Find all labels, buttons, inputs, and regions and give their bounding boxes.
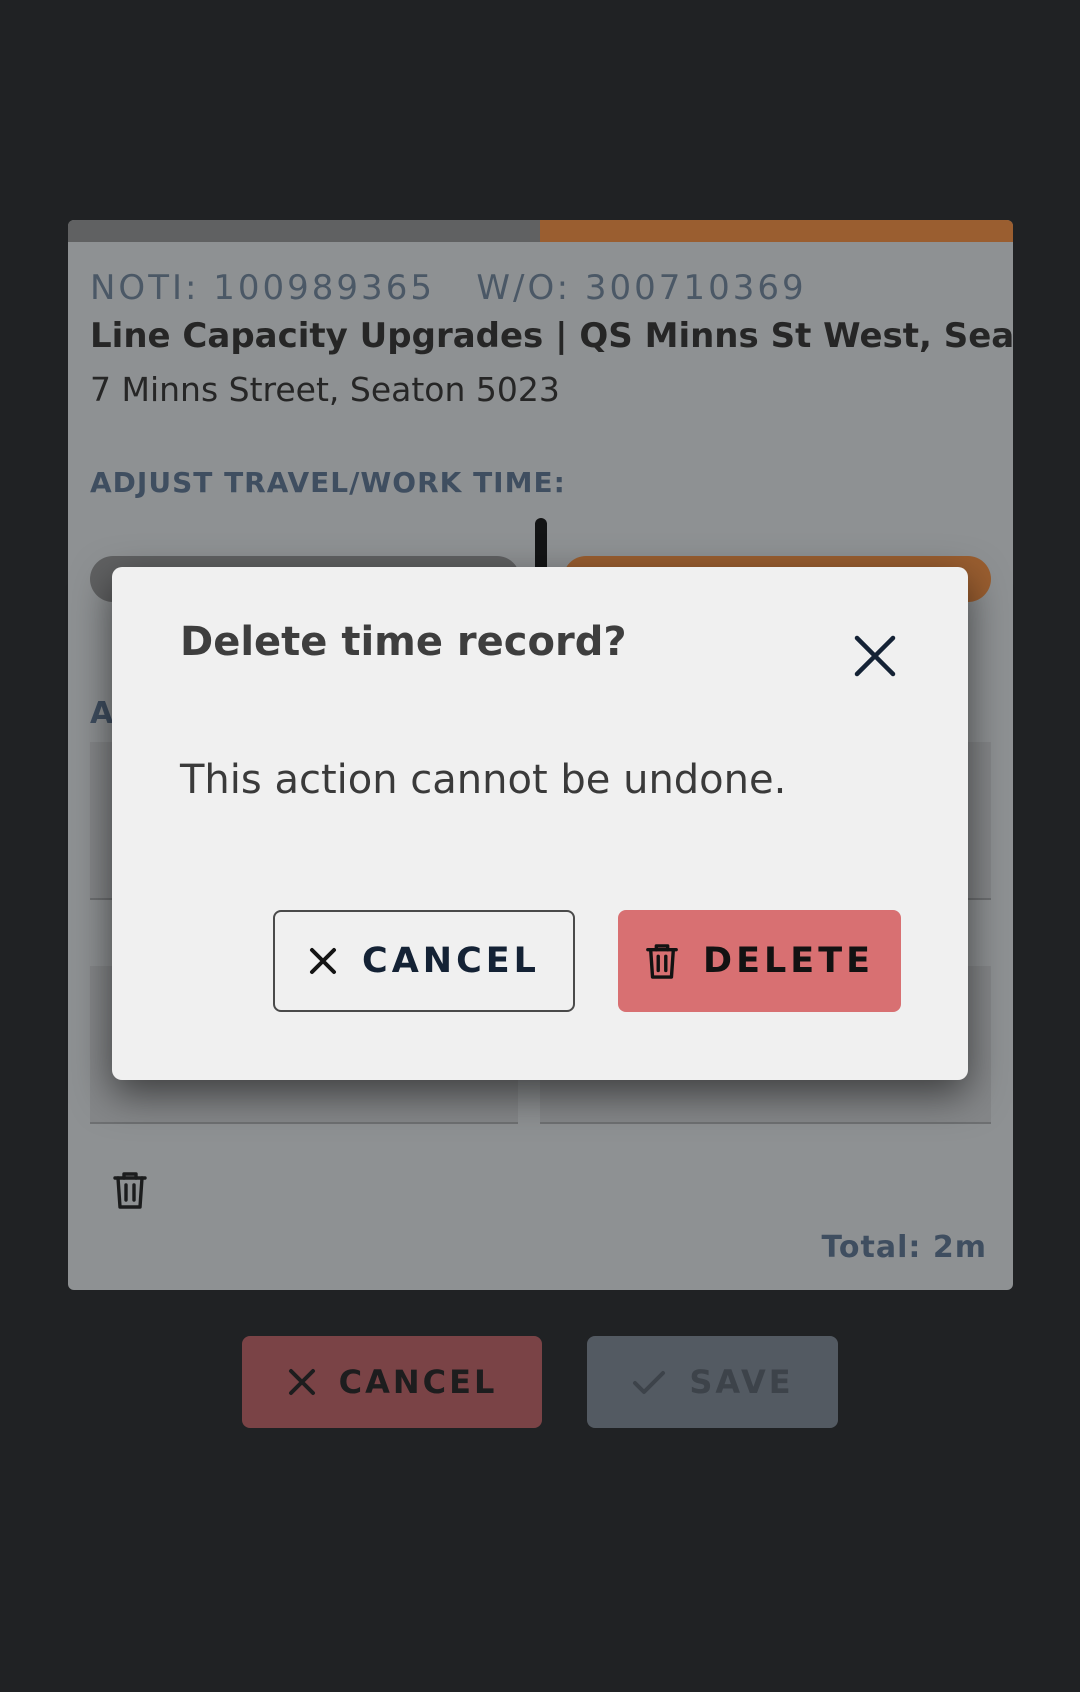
work-segment — [540, 220, 1013, 242]
trash-icon — [645, 941, 679, 981]
noti-value: 100989365 — [213, 268, 435, 308]
section-heading: A — [90, 696, 114, 731]
close-icon[interactable] — [852, 633, 898, 679]
job-title: Line Capacity Upgrades | QS Minns St Wes… — [90, 316, 1013, 356]
wo-label: W/O: — [476, 268, 572, 308]
check-icon — [631, 1367, 667, 1397]
job-identifiers: NOTI: 100989365 W/O: 300710369 — [90, 268, 807, 308]
dialog-title: Delete time record? — [180, 619, 627, 665]
cancel-button[interactable]: CANCEL — [242, 1336, 542, 1428]
time-split-bar — [68, 220, 1013, 242]
noti-label: NOTI: — [90, 268, 200, 308]
save-button[interactable]: SAVE — [587, 1336, 838, 1428]
save-button-label: SAVE — [689, 1363, 794, 1401]
cancel-button-label: CANCEL — [338, 1363, 498, 1401]
dialog-delete-label: DELETE — [703, 941, 874, 981]
close-icon — [308, 946, 338, 976]
close-icon — [287, 1367, 317, 1397]
job-address: 7 Minns Street, Seaton 5023 — [90, 370, 560, 409]
travel-segment — [68, 220, 540, 242]
dialog-cancel-label: CANCEL — [362, 941, 540, 981]
dialog-cancel-button[interactable]: CANCEL — [273, 910, 575, 1012]
dialog-message: This action cannot be undone. — [180, 757, 787, 803]
dialog-delete-button[interactable]: DELETE — [618, 910, 901, 1012]
delete-confirmation-dialog: Delete time record? This action cannot b… — [112, 567, 968, 1080]
adjust-time-label: ADJUST TRAVEL/WORK TIME: — [90, 466, 566, 499]
trash-icon[interactable] — [112, 1170, 148, 1210]
total-time: Total: 2m — [821, 1230, 987, 1265]
wo-value: 300710369 — [584, 268, 807, 308]
